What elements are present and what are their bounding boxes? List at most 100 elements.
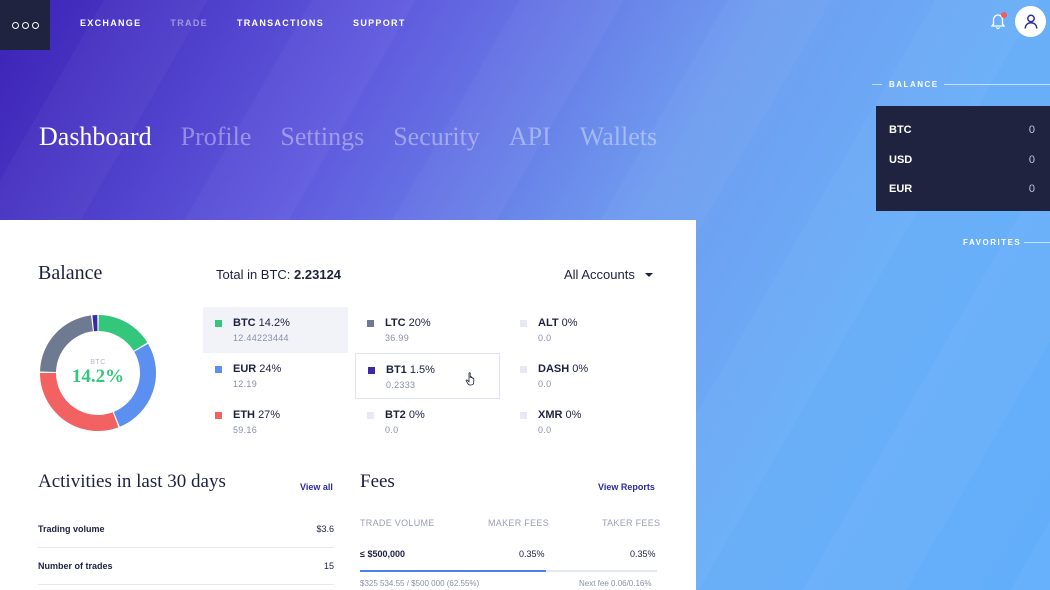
activity-label: Number of trades <box>38 561 113 571</box>
fees-title: Fees <box>360 471 395 492</box>
divider <box>1024 242 1050 243</box>
balance-currency: BTC <box>889 124 912 136</box>
coin-symbol: XMR <box>538 409 563 421</box>
balance-row: USD 0 <box>889 154 1035 184</box>
view-all-link[interactable]: View all <box>300 482 333 492</box>
nav-trade[interactable]: TRADE <box>170 18 208 28</box>
coin-percent: 20% <box>408 317 431 329</box>
nav-transactions[interactable]: TRANSACTIONS <box>237 18 324 28</box>
coin-bt2[interactable]: BT2 0% 0.0 <box>355 399 500 445</box>
tab-dashboard[interactable]: Dashboard <box>39 122 152 152</box>
coin-symbol: LTC <box>385 317 406 329</box>
sidebar-balance-label: BALANCE <box>889 80 939 89</box>
coin-ltc[interactable]: LTC 20% 36.99 <box>355 307 500 353</box>
app-logo[interactable] <box>0 0 50 50</box>
coin-percent: 0% <box>565 409 582 421</box>
coin-amount: 0.0 <box>538 425 552 435</box>
tab-wallets[interactable]: Wallets <box>580 122 657 152</box>
coin-eth[interactable]: ETH 27% 59.16 <box>203 399 348 445</box>
accounts-label: All Accounts <box>564 267 635 282</box>
donut-center-value: 14.2% <box>71 365 125 387</box>
coin-symbol: ALT <box>538 317 559 329</box>
total-in-btc: Total in BTC: 2.23124 <box>216 267 341 282</box>
fees-header-maker: MAKER FEES <box>488 518 550 528</box>
coin-percent: 0% <box>572 363 589 375</box>
logo-dot <box>21 21 29 29</box>
notification-badge <box>1001 12 1007 18</box>
activity-label: Trading volume <box>38 524 105 534</box>
hand-cursor-icon <box>465 372 475 386</box>
user-avatar-button[interactable] <box>1015 6 1046 37</box>
user-icon <box>1023 14 1038 29</box>
coin-eur[interactable]: EUR 24% 12.19 <box>203 353 348 399</box>
tab-profile[interactable]: Profile <box>181 122 252 152</box>
fees-taker: 0.35% <box>630 549 656 559</box>
coin-btc[interactable]: BTC 14.2% 12.44223444 <box>203 307 348 353</box>
sidebar-balance-card: BTC 0 USD 0 EUR 0 <box>876 106 1050 211</box>
chevron-down-icon <box>644 272 653 277</box>
coin-color-swatch <box>368 367 375 374</box>
page-tabs: Dashboard Profile Settings Security API … <box>39 122 686 152</box>
top-navigation: EXCHANGE TRADE TRANSACTIONS SUPPORT <box>80 18 435 28</box>
fee-progress-text: $325 534.55 / $500 000 (62.55%) <box>360 579 480 588</box>
coin-bt1[interactable]: BT1 1.5% 0.2333 <box>355 353 500 399</box>
nav-support[interactable]: SUPPORT <box>353 18 406 28</box>
activity-row: Trading volume $3.6 <box>38 511 334 548</box>
coin-percent: 0% <box>561 317 578 329</box>
logo-dot <box>31 21 39 29</box>
coin-color-swatch <box>215 320 222 327</box>
coin-amount: 0.2333 <box>386 380 416 390</box>
coin-color-swatch <box>367 320 374 327</box>
coin-amount: 12.19 <box>233 379 258 389</box>
coin-amount: 36.99 <box>385 333 410 343</box>
balance-row: EUR 0 <box>889 183 1035 213</box>
logo-dot <box>11 21 19 29</box>
activity-row: Number of trades 15 <box>38 548 334 585</box>
balance-currency: EUR <box>889 183 913 195</box>
divider <box>944 84 1050 85</box>
donut-center-label: BTC <box>90 358 106 366</box>
accounts-dropdown[interactable]: All Accounts <box>564 267 653 282</box>
balance-value: 0 <box>1028 153 1035 166</box>
balance-currency: USD <box>889 153 913 166</box>
coin-amount: 0.0 <box>538 379 552 389</box>
next-fee-text: Next fee 0.06/0.16% <box>579 579 652 588</box>
total-label: Total in BTC: <box>216 267 291 282</box>
balance-value: 0 <box>1028 124 1035 136</box>
coin-alt[interactable]: ALT 0% 0.0 <box>508 307 653 353</box>
fee-progress-bar <box>360 570 657 572</box>
coin-symbol: ETH <box>233 409 255 421</box>
activity-value: 15 <box>323 561 334 571</box>
coin-xmr[interactable]: XMR 0% 0.0 <box>508 399 653 445</box>
coin-color-swatch <box>520 366 527 373</box>
coin-amount: 0.0 <box>538 333 552 343</box>
coin-percent: 1.5% <box>409 364 435 376</box>
view-reports-link[interactable]: View Reports <box>598 482 655 492</box>
coin-percent: 0% <box>408 409 425 421</box>
sidebar-favorites-label: FAVORITES <box>963 238 1022 247</box>
fees-volume: ≤ $500,000 <box>360 549 405 559</box>
coin-amount: 0.0 <box>385 425 399 435</box>
balance-row: BTC 0 <box>889 124 1035 154</box>
fees-header-volume: TRADE VOLUME <box>360 518 435 528</box>
coin-color-swatch <box>215 366 222 373</box>
tab-settings[interactable]: Settings <box>280 122 364 152</box>
coin-symbol: DASH <box>538 363 570 375</box>
coin-color-swatch <box>520 320 527 327</box>
balance-value: 0 <box>1028 183 1035 195</box>
notification-bell-icon[interactable] <box>990 12 1007 31</box>
activities-title: Activities in last 30 days <box>38 471 226 492</box>
fees-maker: 0.35% <box>519 549 545 559</box>
coin-amount: 12.44223444 <box>233 333 289 343</box>
coin-symbol: BT1 <box>386 364 407 376</box>
activity-value: $3.6 <box>316 524 334 534</box>
coin-symbol: BT2 <box>385 409 406 421</box>
tab-api[interactable]: API <box>509 122 551 152</box>
nav-exchange[interactable]: EXCHANGE <box>80 18 141 28</box>
fee-progress-fill <box>360 570 546 572</box>
total-value: 2.23124 <box>294 267 342 282</box>
coin-percent: 24% <box>259 363 282 375</box>
coin-color-swatch <box>520 412 527 419</box>
coin-dash[interactable]: DASH 0% 0.0 <box>508 353 653 399</box>
tab-security[interactable]: Security <box>393 122 480 152</box>
